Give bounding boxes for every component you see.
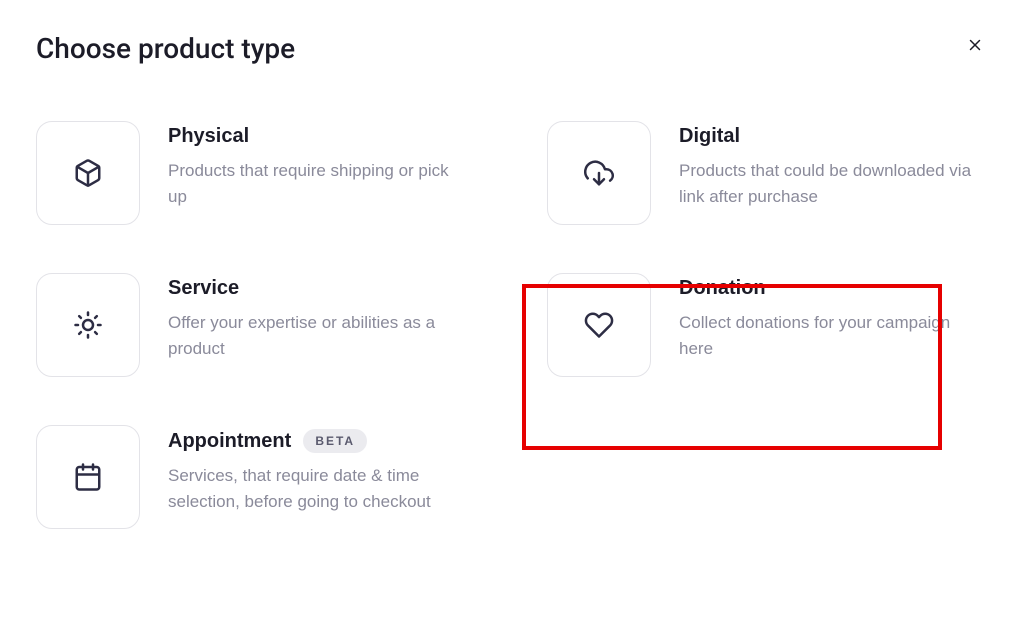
- close-button[interactable]: [962, 32, 988, 62]
- option-text: Appointment BETA Services, that require …: [168, 425, 468, 516]
- option-text: Service Offer your expertise or abilitie…: [168, 273, 468, 363]
- dialog-title: Choose product type: [36, 32, 295, 65]
- option-description: Products that could be downloaded via li…: [679, 158, 979, 211]
- option-icon-box: [36, 425, 140, 529]
- option-icon-box: [547, 121, 651, 225]
- option-title-text: Donation: [679, 277, 766, 300]
- option-title: Donation: [679, 277, 979, 300]
- option-text: Physical Products that require shipping …: [168, 121, 468, 211]
- close-icon: [966, 36, 984, 54]
- option-title: Service: [168, 277, 468, 300]
- calendar-icon: [73, 462, 103, 492]
- option-title: Digital: [679, 125, 979, 148]
- option-title: Physical: [168, 125, 468, 148]
- package-icon: [73, 158, 103, 188]
- option-appointment[interactable]: Appointment BETA Services, that require …: [36, 425, 477, 529]
- sun-icon: [73, 310, 103, 340]
- option-digital[interactable]: Digital Products that could be downloade…: [547, 121, 988, 225]
- option-icon-box: [36, 121, 140, 225]
- beta-badge: BETA: [303, 429, 367, 453]
- product-type-grid: Physical Products that require shipping …: [36, 121, 988, 529]
- option-physical[interactable]: Physical Products that require shipping …: [36, 121, 477, 225]
- option-title-text: Physical: [168, 125, 249, 148]
- option-icon-box: [547, 273, 651, 377]
- option-title-text: Digital: [679, 125, 740, 148]
- dialog-header: Choose product type: [36, 32, 988, 65]
- option-text: Digital Products that could be downloade…: [679, 121, 979, 211]
- option-title-text: Service: [168, 277, 239, 300]
- cloud-download-icon: [584, 158, 614, 188]
- option-icon-box: [36, 273, 140, 377]
- option-service[interactable]: Service Offer your expertise or abilitie…: [36, 273, 477, 377]
- option-title-text: Appointment: [168, 430, 291, 453]
- option-description: Collect donations for your campaign here: [679, 310, 979, 363]
- option-text: Donation Collect donations for your camp…: [679, 273, 979, 363]
- option-description: Offer your expertise or abilities as a p…: [168, 310, 468, 363]
- option-description: Products that require shipping or pick u…: [168, 158, 468, 211]
- heart-icon: [584, 310, 614, 340]
- option-donation[interactable]: Donation Collect donations for your camp…: [547, 273, 988, 377]
- option-title: Appointment BETA: [168, 429, 468, 453]
- option-description: Services, that require date & time selec…: [168, 463, 468, 516]
